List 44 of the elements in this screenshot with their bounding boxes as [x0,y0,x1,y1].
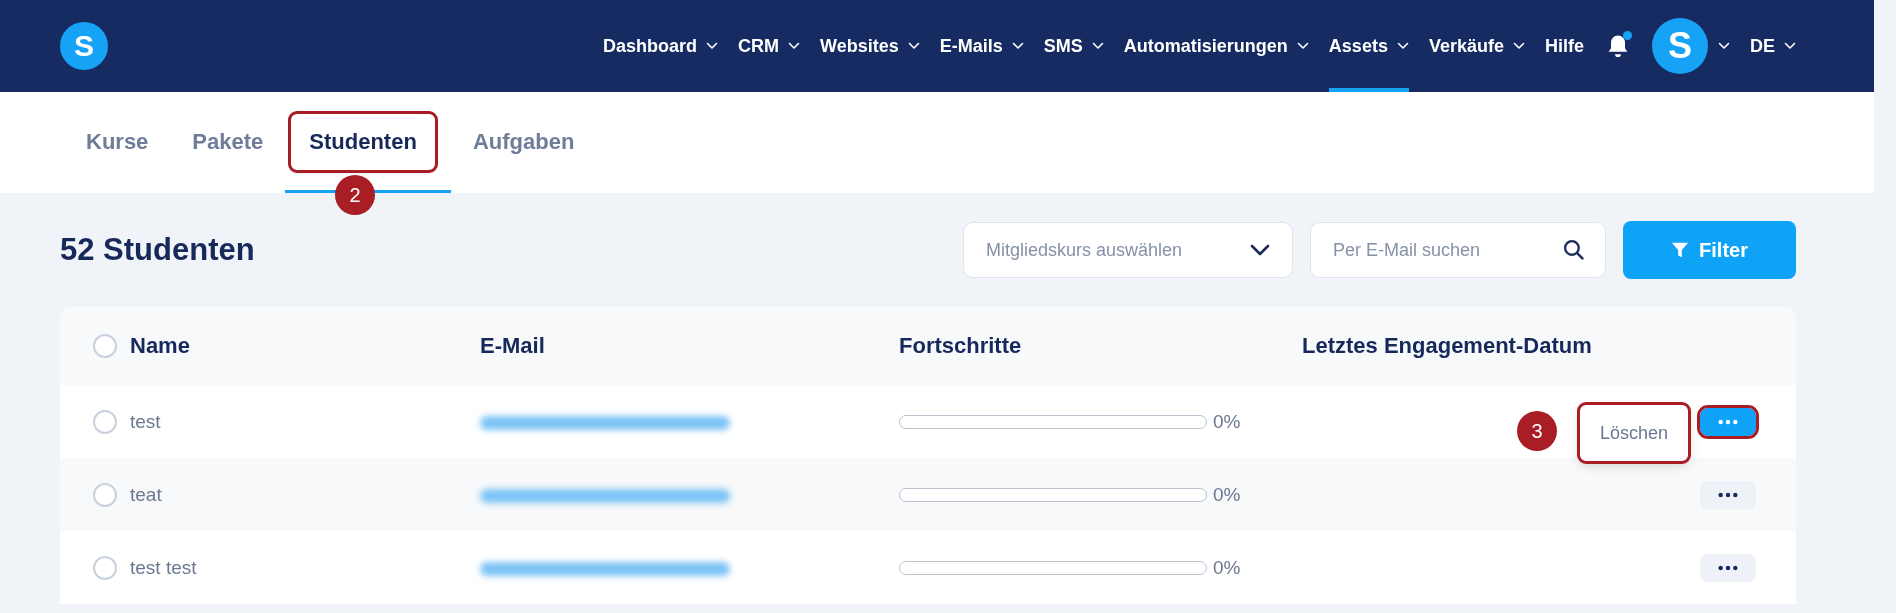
column-header: E-Mail [480,333,545,359]
nav-link[interactable]: CRM [738,0,801,92]
page-heading: 52 Studenten [60,232,255,268]
tab[interactable]: Aufgaben [470,113,577,170]
select-all-checkbox[interactable] [93,334,117,358]
funnel-icon [1671,240,1690,260]
more-button[interactable] [1700,553,1756,582]
column-header: Fortschritte [899,333,1022,359]
nav-link[interactable]: SMS [1043,0,1104,92]
row-checkbox[interactable] [93,555,117,580]
tab[interactable]: Pakete [190,113,266,170]
step-badge: 3 [1517,411,1557,451]
student-name: teat [130,483,162,506]
more-button[interactable] [1700,480,1756,509]
search-icon [1563,239,1584,260]
nav-link[interactable]: Verkäufe [1428,0,1525,92]
progress-percent: 0% [1213,410,1241,433]
row-checkbox[interactable] [93,409,117,434]
search-field[interactable]: Per E-Mail suchen [1310,222,1606,278]
tab[interactable]: Studenten [291,113,435,170]
chevron-down-icon [1718,42,1730,50]
chevron-down-icon [1250,244,1270,256]
more-icon [1717,564,1739,571]
more-icon [1717,491,1739,498]
chevron-down-icon [1784,42,1796,50]
language-menu[interactable]: DE [1750,0,1796,92]
nav-link[interactable]: Automatisierungen [1123,0,1309,92]
progress-percent: 0% [1213,483,1241,506]
step-badge: 2 [335,175,376,215]
placeholder-text: Mitgliedskurs auswählen [986,239,1183,261]
more-button[interactable] [1700,407,1756,436]
student-name: test [130,410,161,433]
row-checkbox[interactable] [93,482,117,507]
progress-percent: 0% [1213,556,1241,579]
nav-link[interactable]: Websites [820,0,920,92]
nav-link[interactable]: Dashboard [603,0,719,92]
column-header: Letztes Engagement-Datum [1302,333,1592,359]
nav-link[interactable]: Hilfe [1544,0,1584,92]
tab[interactable]: Kurse [84,113,151,170]
more-icon [1717,418,1739,425]
column-header: Name [130,333,190,359]
nav-link[interactable]: E-Mails [939,0,1024,92]
student-name: test test [130,556,197,579]
menu-item[interactable]: Löschen [1580,405,1689,461]
